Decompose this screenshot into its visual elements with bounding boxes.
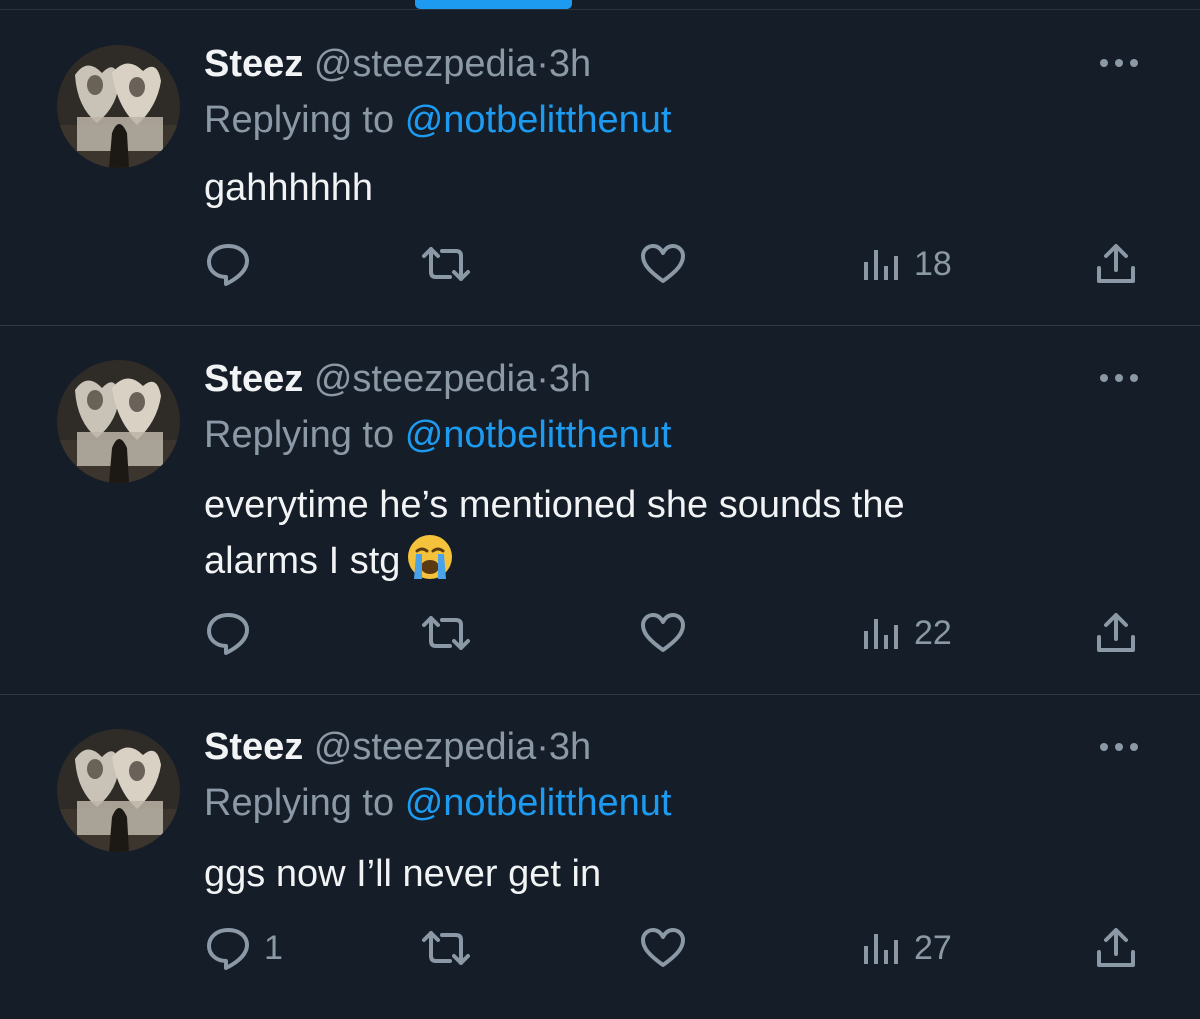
views-count: 18 bbox=[914, 244, 952, 283]
tweet-actions: 1 27 bbox=[0, 923, 1200, 973]
avatar[interactable] bbox=[57, 360, 180, 483]
retweet-button[interactable] bbox=[418, 608, 474, 658]
reply-icon bbox=[204, 610, 252, 656]
tweet-text: ggs now I’ll never get in bbox=[204, 846, 1104, 902]
tweet-header: Steez @steezpedia·3h bbox=[204, 357, 591, 401]
display-name[interactable]: Steez bbox=[204, 43, 303, 85]
avatar[interactable] bbox=[57, 729, 180, 852]
retweet-icon bbox=[418, 613, 474, 653]
views-button[interactable]: 18 bbox=[862, 239, 952, 289]
tweet[interactable]: Steez @steezpedia·3h Replying to @notbel… bbox=[0, 10, 1200, 326]
mention-link[interactable]: @notbelitthenut bbox=[405, 782, 672, 824]
replying-to-label: Replying to bbox=[204, 414, 395, 456]
replying-to: Replying to @notbelitthenut bbox=[204, 413, 671, 457]
reply-button[interactable]: 1 bbox=[204, 923, 283, 973]
share-icon bbox=[1094, 242, 1138, 286]
like-button[interactable] bbox=[639, 923, 687, 973]
tweet-text-line: alarms I stg bbox=[204, 540, 401, 582]
tweet-actions: 22 bbox=[0, 608, 1200, 658]
user-handle[interactable]: @steezpedia bbox=[314, 726, 536, 768]
retweet-icon bbox=[418, 928, 474, 968]
replying-to-label: Replying to bbox=[204, 99, 395, 141]
user-handle[interactable]: @steezpedia bbox=[314, 43, 536, 85]
tweet-header: Steez @steezpedia·3h bbox=[204, 725, 591, 769]
reply-button[interactable] bbox=[204, 608, 264, 658]
mention-link[interactable]: @notbelitthenut bbox=[405, 99, 672, 141]
retweet-button[interactable] bbox=[418, 239, 474, 289]
more-icon[interactable] bbox=[1098, 740, 1140, 754]
display-name[interactable]: Steez bbox=[204, 358, 303, 400]
heart-icon bbox=[639, 927, 687, 969]
retweet-icon bbox=[418, 244, 474, 284]
tweet-header: Steez @steezpedia·3h bbox=[204, 42, 591, 86]
separator-dot: · bbox=[536, 726, 549, 768]
reply-button[interactable] bbox=[204, 239, 264, 289]
tweet-actions: 18 bbox=[0, 239, 1200, 289]
separator-dot: · bbox=[536, 358, 549, 400]
tweet-text-line: everytime he’s mentioned she sounds the bbox=[204, 484, 905, 526]
share-button[interactable] bbox=[1094, 608, 1138, 658]
reply-count: 1 bbox=[264, 928, 283, 967]
views-count: 27 bbox=[914, 928, 952, 967]
views-button[interactable]: 27 bbox=[862, 923, 952, 973]
share-icon bbox=[1094, 926, 1138, 970]
views-count: 22 bbox=[914, 613, 952, 652]
tweet-text-line-2: alarms I stg bbox=[204, 533, 1104, 589]
heart-icon bbox=[639, 243, 687, 285]
tweet-text: gahhhhhh bbox=[204, 160, 1104, 216]
views-icon bbox=[862, 615, 902, 651]
separator-dot: · bbox=[536, 43, 549, 85]
retweet-button[interactable] bbox=[418, 923, 474, 973]
like-button[interactable] bbox=[639, 608, 687, 658]
timestamp[interactable]: 3h bbox=[549, 358, 591, 400]
views-button[interactable]: 22 bbox=[862, 608, 952, 658]
reply-icon bbox=[204, 925, 252, 971]
tweet-text-line: gahhhhhh bbox=[204, 167, 374, 209]
display-name[interactable]: Steez bbox=[204, 726, 303, 768]
loudly-crying-face-icon bbox=[406, 533, 454, 581]
timestamp[interactable]: 3h bbox=[549, 726, 591, 768]
share-icon bbox=[1094, 611, 1138, 655]
views-icon bbox=[862, 246, 902, 282]
share-button[interactable] bbox=[1094, 239, 1138, 289]
user-handle[interactable]: @steezpedia bbox=[314, 358, 536, 400]
like-button[interactable] bbox=[639, 239, 687, 289]
heart-icon bbox=[639, 612, 687, 654]
more-icon[interactable] bbox=[1098, 56, 1140, 70]
replying-to-label: Replying to bbox=[204, 782, 395, 824]
replying-to: Replying to @notbelitthenut bbox=[204, 781, 671, 825]
tweet[interactable]: Steez @steezpedia·3h Replying to @notbel… bbox=[0, 326, 1200, 695]
tweet[interactable]: Steez @steezpedia·3h Replying to @notbel… bbox=[0, 695, 1200, 1019]
tweet-text: everytime he’s mentioned she sounds the … bbox=[204, 477, 1104, 589]
tweet-text-line: ggs now I’ll never get in bbox=[204, 853, 602, 895]
avatar[interactable] bbox=[57, 45, 180, 168]
replying-to: Replying to @notbelitthenut bbox=[204, 98, 671, 142]
share-button[interactable] bbox=[1094, 923, 1138, 973]
mention-link[interactable]: @notbelitthenut bbox=[405, 414, 672, 456]
views-icon bbox=[862, 930, 902, 966]
timestamp[interactable]: 3h bbox=[549, 43, 591, 85]
timeline-tab-indicator bbox=[415, 0, 572, 9]
more-icon[interactable] bbox=[1098, 371, 1140, 385]
reply-icon bbox=[204, 241, 252, 287]
